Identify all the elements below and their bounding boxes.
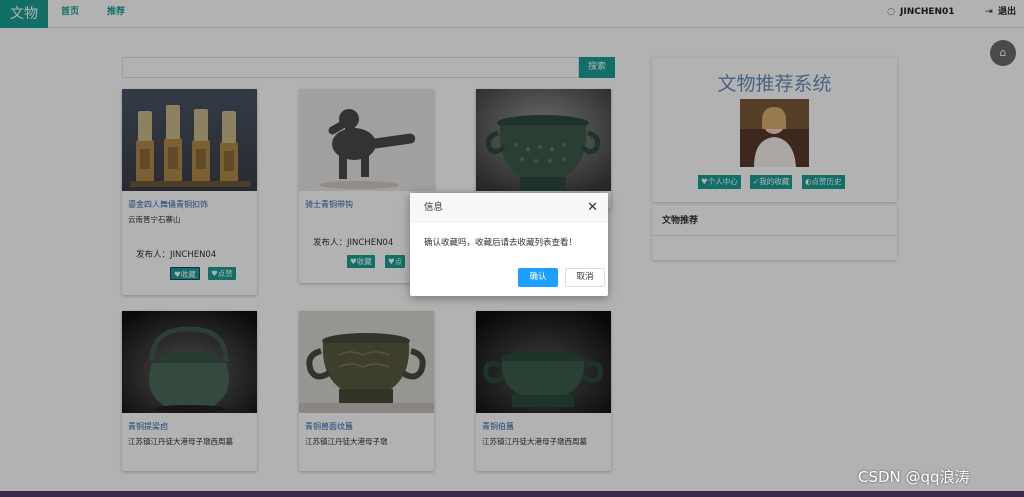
watermark: CSDN @qq浪涛 [858,468,970,486]
confirm-button[interactable]: 确认 [518,268,558,287]
close-icon[interactable]: ✕ [587,193,598,222]
cancel-button[interactable]: 取消 [565,268,605,287]
dialog-title: 信息 [424,202,444,213]
dialog-message: 确认收藏吗，收藏后请去收藏列表查看！ [424,238,578,248]
confirm-dialog: 信息 ✕ 确认收藏吗，收藏后请去收藏列表查看！ 确认 取消 [410,193,608,296]
dialog-header: 信息 ✕ [410,193,608,222]
bottom-bar [0,491,1024,497]
